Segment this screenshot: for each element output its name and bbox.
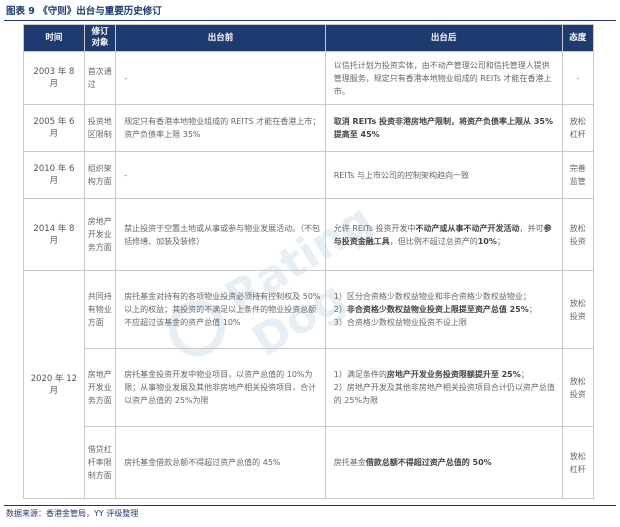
cell-attitude: 放松杠杆 bbox=[561, 426, 595, 499]
cell-before: 规定只有香港本地物业组成的 REITS 才能在香港上市；资产负债率上限 35% bbox=[115, 104, 326, 152]
header-time: 时间 bbox=[23, 24, 85, 52]
header-after: 出台后 bbox=[324, 24, 563, 52]
figure-title: 图表 9 《守则》出台与重要历史修订 bbox=[6, 6, 162, 17]
cell-before: 房托基金投资开发中物业项目，以资产总值的 10%为限；从事物业发展及其他非房地产… bbox=[115, 348, 326, 427]
table-row: 2005 年 6 月 投资地区限制 规定只有香港本地物业组成的 REITS 才能… bbox=[23, 104, 595, 152]
cell-type: 房地产开发业务方面 bbox=[83, 348, 117, 427]
cell-attitude: 完善监管 bbox=[561, 151, 595, 199]
table-header-row: 时间 修订对象 出台前 出台后 态度 bbox=[23, 24, 595, 52]
cell-before: - bbox=[115, 51, 326, 105]
table-row: 2014 年 8 月 房地产开发业务方面 禁止投资于空置土地或从事或参与物业发展… bbox=[23, 198, 595, 271]
cell-type: 房地产开发业务方面 bbox=[83, 198, 117, 271]
cell-before: 禁止投资于空置土地或从事或参与物业发展活动。（不包括修缮、加装及装修） bbox=[115, 198, 326, 271]
cell-time: 2020 年 12 月 bbox=[23, 270, 85, 499]
cell-after: 1）满足条件的房地产开发业务投资限额提升至 25%； 2）房地产开发及其他非房地… bbox=[324, 348, 563, 427]
cell-before: 房托基金借款总额不得超过资产总值的 45% bbox=[115, 426, 326, 499]
header-type: 修订对象 bbox=[83, 24, 117, 52]
cell-before: 房托基金对持有的各项物业投资必须持有控制权及 50%以上的权益；其投资的不满足以… bbox=[115, 270, 326, 349]
cell-type: 借贷杠杆率限制方面 bbox=[83, 426, 117, 499]
cell-attitude: - bbox=[561, 51, 595, 105]
header-attitude: 态度 bbox=[561, 24, 595, 52]
title-divider bbox=[4, 20, 616, 21]
cell-time: 2005 年 6 月 bbox=[23, 104, 85, 152]
cell-after: 以信托计划为投资实体，由不动产管理公司和信托管理人提供管理服务，规定只有香港本地… bbox=[324, 51, 563, 105]
table-row: 2003 年 8 月 首次通过 - 以信托计划为投资实体，由不动产管理公司和信托… bbox=[23, 51, 595, 105]
cell-after: REITs 与上市公司的控制架构趋向一致 bbox=[324, 151, 563, 199]
cell-attitude: 放松投资 bbox=[561, 270, 595, 349]
table-row: 2010 年 6 月 组织架构方面 - REITs 与上市公司的控制架构趋向一致… bbox=[23, 151, 595, 199]
revision-table: 时间 修订对象 出台前 出台后 态度 2003 年 8 月 首次通过 - 以信托… bbox=[23, 24, 595, 499]
cell-time: 2010 年 6 月 bbox=[23, 151, 85, 199]
cell-attitude: 放松杠杆 bbox=[561, 104, 595, 152]
cell-attitude: 放松投资 bbox=[561, 198, 595, 271]
cell-after: 取消 REITs 投资非港房地产限制，将资产负债率上限从 35%提高至 45% bbox=[324, 104, 563, 152]
table-row: 2020 年 12 月 共同持有物业方面 房托基金对持有的各项物业投资必须持有控… bbox=[23, 270, 595, 499]
header-before: 出台前 bbox=[115, 24, 326, 52]
cell-time: 2014 年 8 月 bbox=[23, 198, 85, 271]
cell-attitude: 放松投资 bbox=[561, 348, 595, 427]
cell-type: 组织架构方面 bbox=[83, 151, 117, 199]
cell-after: 允许 REITs 投资开发中不动产或从事不动产开发活动，并可参与投资金融工具，但… bbox=[324, 198, 563, 271]
cell-type: 共同持有物业方面 bbox=[83, 270, 117, 349]
source-divider bbox=[4, 505, 616, 506]
source-note: 数据来源：香港金管局，YY 评级整理 bbox=[6, 509, 139, 518]
cell-type: 投资地区限制 bbox=[83, 104, 117, 152]
cell-after: 1）区分合资格少数权益物业和非合资格少数权益物业； 2）非合资格少数权益物业投资… bbox=[324, 270, 563, 349]
cell-type: 首次通过 bbox=[83, 51, 117, 105]
table-row: 借贷杠杆率限制方面 房托基金借款总额不得超过资产总值的 45% 房托基金借款总额… bbox=[24, 426, 595, 499]
cell-before: - bbox=[115, 151, 326, 199]
cell-after: 房托基金借款总额不得超过资产总值的 50% bbox=[324, 426, 563, 499]
table-row: 房地产开发业务方面 房托基金投资开发中物业项目，以资产总值的 10%为限；从事物… bbox=[24, 348, 595, 427]
cell-time: 2003 年 8 月 bbox=[23, 51, 85, 105]
